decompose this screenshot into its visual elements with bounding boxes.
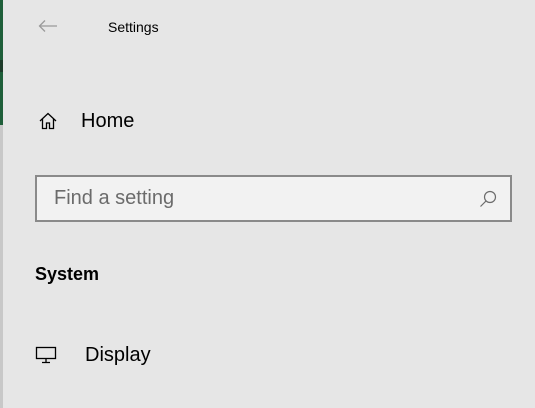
background-app-strip-dark	[0, 60, 3, 72]
nav-item-home-label: Home	[81, 110, 135, 132]
search-icon[interactable]	[478, 189, 498, 209]
nav-item-display-label: Display	[85, 344, 151, 366]
window-left-edge	[0, 0, 3, 408]
monitor-icon	[34, 343, 58, 367]
nav-item-home[interactable]: Home	[30, 101, 510, 141]
back-button[interactable]	[34, 12, 62, 40]
window-title: Settings	[108, 19, 159, 35]
nav-item-display[interactable]: Display	[30, 335, 510, 375]
home-icon	[36, 109, 60, 133]
search-input[interactable]	[54, 187, 454, 210]
title-bar: Settings	[0, 0, 535, 54]
search-box[interactable]	[35, 175, 512, 222]
section-heading-system: System	[35, 264, 100, 284]
arrow-left-icon	[38, 20, 57, 32]
